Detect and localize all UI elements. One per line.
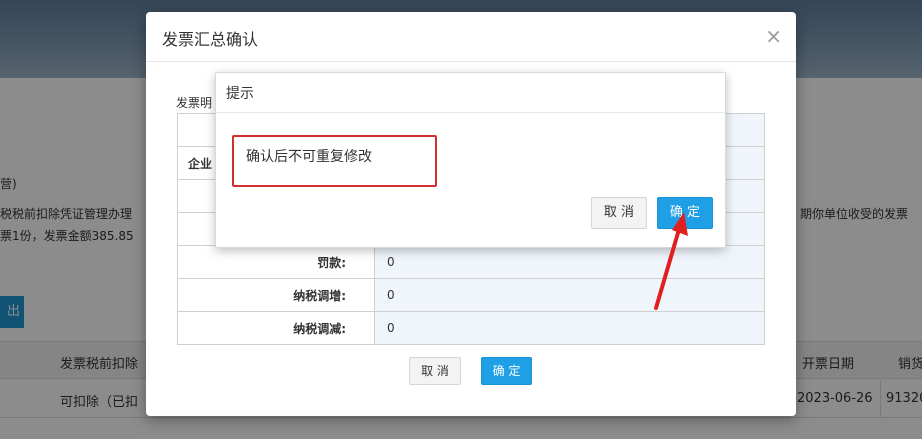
tax-decrease-value[interactable]: 0	[374, 311, 765, 345]
popup-header: 提示	[216, 73, 725, 113]
tax-increase-label: 纳税调增:	[177, 278, 375, 312]
popup-title: 提示	[226, 86, 254, 102]
modal-header: 发票汇总确认	[146, 12, 796, 62]
section-label: 发票明	[176, 96, 213, 110]
tax-decrease-label: 纳税调减:	[177, 311, 375, 345]
modal-title: 发票汇总确认	[162, 30, 259, 49]
modal-confirm-button[interactable]: 确 定	[481, 357, 532, 385]
tax-increase-value[interactable]: 0	[374, 278, 765, 312]
annotation-arrow-icon	[654, 212, 688, 310]
popup-message: 确认后不可重复修改	[246, 149, 372, 165]
modal-cancel-button[interactable]: 取 消	[409, 357, 461, 385]
table-row: 纳税调减: 0	[177, 311, 765, 345]
fine-label: 罚款:	[177, 245, 375, 279]
fine-value[interactable]: 0	[374, 245, 765, 279]
close-icon[interactable]: ×	[765, 24, 782, 48]
popup-cancel-button[interactable]: 取 消	[591, 197, 647, 229]
